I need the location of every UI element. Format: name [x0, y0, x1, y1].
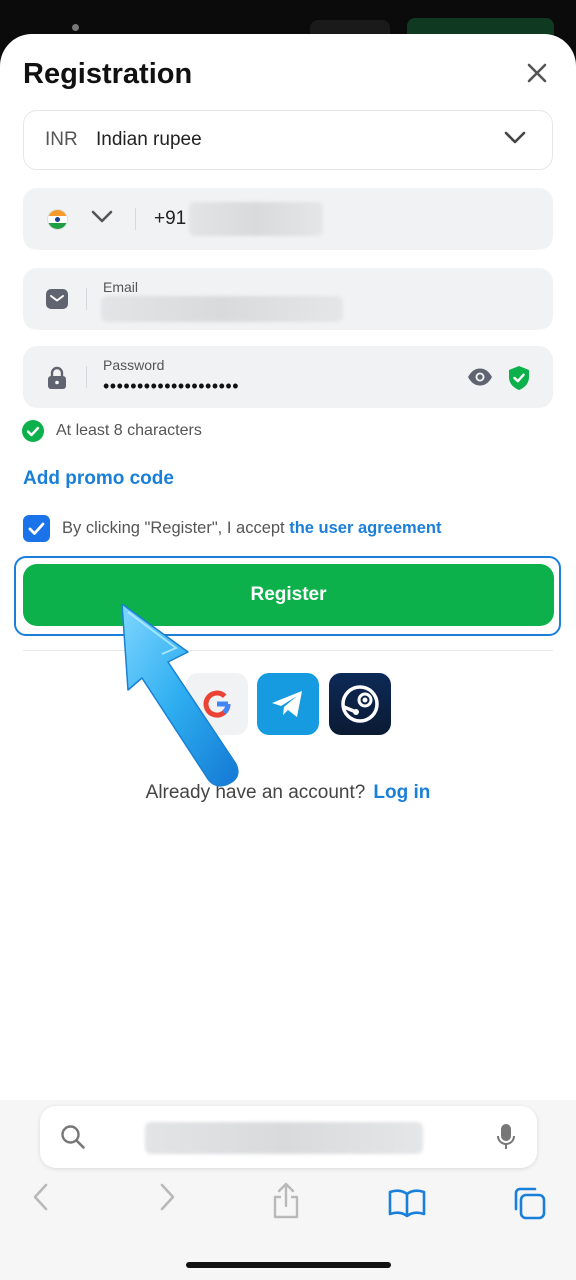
phone-prefix: +91: [154, 208, 187, 229]
chevron-down-icon: [504, 131, 526, 144]
agreement-checkbox[interactable]: [23, 515, 50, 542]
country-chevron-down-icon[interactable]: [91, 210, 113, 224]
back-icon[interactable]: [30, 1182, 52, 1212]
forward-icon[interactable]: [156, 1182, 178, 1212]
steam-login-button[interactable]: [329, 673, 391, 735]
url-redacted: [145, 1122, 423, 1154]
status-dot: [72, 24, 79, 31]
share-icon[interactable]: [271, 1182, 301, 1220]
india-flag-icon: [47, 209, 68, 230]
user-agreement-link[interactable]: the user agreement: [289, 519, 441, 537]
show-password-icon[interactable]: [467, 367, 493, 387]
divider: [135, 208, 136, 230]
email-field[interactable]: Email: [23, 268, 553, 330]
password-input[interactable]: ••••••••••••••••••••: [103, 376, 239, 397]
register-focus-ring: Register: [14, 556, 561, 636]
currency-select[interactable]: INR Indian rupee: [23, 110, 553, 170]
browser-toolbar: [0, 1100, 576, 1280]
page-title: Registration: [23, 58, 193, 90]
checkmark-icon: [28, 522, 45, 535]
bookmarks-icon[interactable]: [388, 1188, 426, 1218]
login-link[interactable]: Log in: [373, 782, 430, 803]
close-icon: [527, 63, 547, 83]
shield-check-icon: [509, 366, 529, 390]
telegram-login-button[interactable]: [257, 673, 319, 735]
register-button[interactable]: Register: [23, 564, 554, 626]
pointer-arrow-icon: [121, 604, 239, 787]
check-circle-icon: [22, 420, 44, 442]
currency-code: INR: [45, 129, 78, 150]
phone-field[interactable]: +91: [23, 188, 553, 250]
steam-icon: [341, 685, 379, 723]
address-bar[interactable]: [40, 1106, 537, 1168]
microphone-icon[interactable]: [496, 1123, 516, 1151]
divider: [23, 650, 553, 651]
password-hint: At least 8 characters: [22, 420, 202, 447]
agreement-text: By clicking "Register", I accept the use…: [62, 519, 441, 538]
registration-sheet: Registration INR Indian rupee +91 Email: [0, 34, 576, 1104]
agreement-label: By clicking "Register", I accept: [62, 519, 290, 537]
currency-name: Indian rupee: [96, 129, 202, 150]
email-label: Email: [103, 279, 139, 295]
close-button[interactable]: [522, 58, 552, 88]
tabs-icon[interactable]: [512, 1186, 546, 1220]
hint-text: At least 8 characters: [56, 422, 202, 439]
email-value-redacted: [101, 296, 343, 322]
divider: [86, 366, 87, 388]
search-icon: [61, 1125, 85, 1149]
divider: [86, 288, 87, 310]
password-label: Password: [103, 357, 165, 373]
telegram-icon: [272, 691, 302, 717]
mail-icon: [46, 289, 68, 309]
password-field[interactable]: Password ••••••••••••••••••••: [23, 346, 553, 408]
login-prompt: Already have an account? Log in: [0, 782, 576, 804]
add-promo-code-link[interactable]: Add promo code: [23, 468, 174, 490]
lock-icon: [48, 366, 66, 389]
home-indicator: [186, 1262, 391, 1268]
phone-number-redacted: [189, 202, 323, 236]
